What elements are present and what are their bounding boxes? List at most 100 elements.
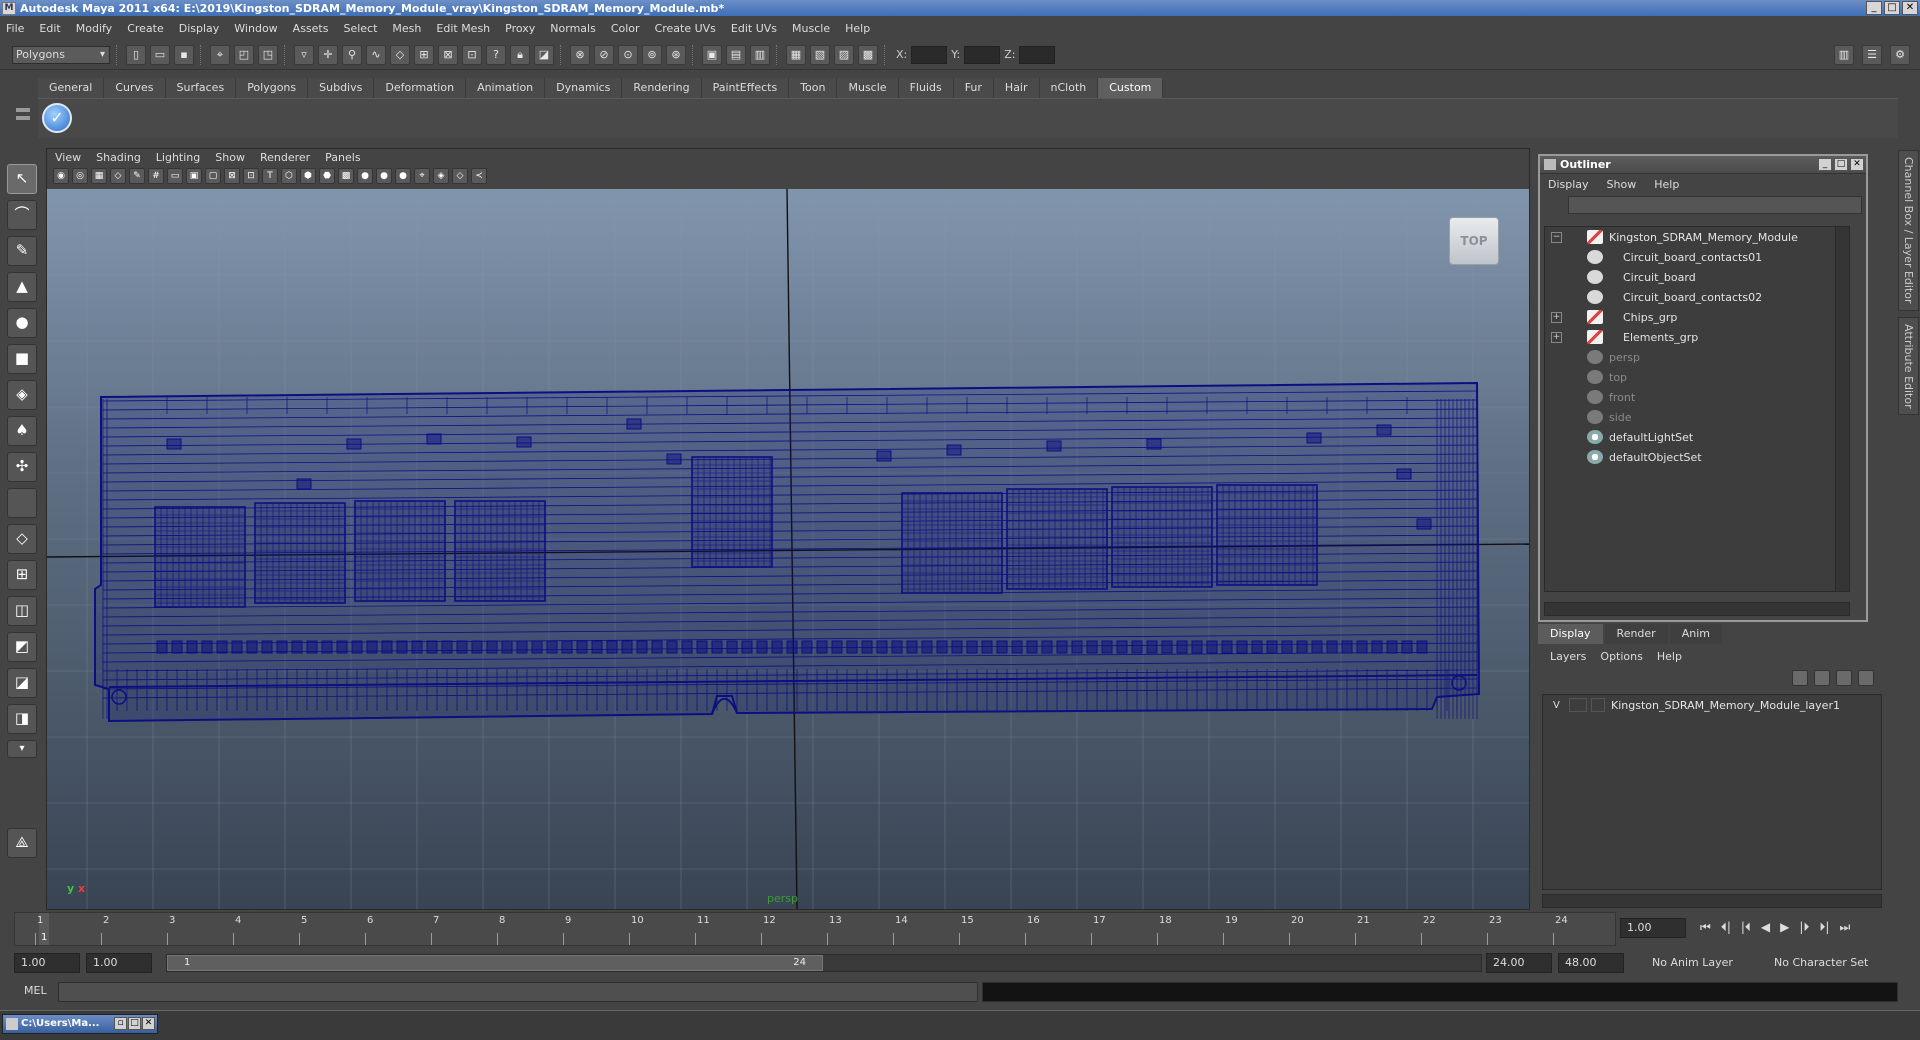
four-view-layout-icon[interactable]: ⊞ — [7, 560, 37, 590]
shelf-tab-subdivs[interactable]: Subdivs — [308, 78, 375, 98]
layout-options-icon[interactable]: ▾ — [7, 740, 37, 758]
outliner-menu-help[interactable]: Help — [1654, 178, 1679, 191]
menu-color[interactable]: Color — [611, 22, 640, 35]
select-rendering-icon[interactable]: ⊡ — [462, 44, 482, 65]
tab-anim[interactable]: Anim — [1669, 624, 1722, 644]
outliner-close-button[interactable]: ✕ — [1850, 158, 1864, 171]
range-bar[interactable]: 1 24 — [167, 955, 823, 971]
grease-pencil-icon[interactable]: ✎ — [129, 168, 145, 184]
shelf-tab-ncloth[interactable]: nCloth — [1039, 78, 1099, 98]
tab-render[interactable]: Render — [1604, 624, 1668, 644]
wireframe-on-shaded-icon[interactable]: ⬣ — [319, 168, 335, 184]
step-back-key-icon[interactable]: ⏴| — [1721, 920, 1731, 935]
playback-end-field[interactable]: 24.00 — [1486, 953, 1552, 973]
menu-muscle[interactable]: Muscle — [792, 22, 830, 35]
layer-row[interactable]: V Kingston_SDRAM_Memory_Module_layer1 — [1543, 695, 1881, 715]
select-tool-icon[interactable]: ↖ — [7, 164, 37, 194]
shelf-tab-general[interactable]: General — [38, 78, 105, 98]
viewport-menu-show[interactable]: Show — [215, 151, 245, 164]
viewport-menu-panels[interactable]: Panels — [325, 151, 360, 164]
new-empty-layer-icon[interactable] — [1836, 670, 1852, 686]
checkmark-shelf-icon[interactable]: ✓ — [42, 103, 72, 133]
animation-start-field[interactable]: 1.00 — [14, 953, 80, 973]
restore-button[interactable]: ▫ — [114, 1017, 127, 1030]
field-chart-icon[interactable]: ⊠ — [224, 168, 240, 184]
view-cube[interactable]: TOP — [1449, 217, 1499, 265]
lock-selection-icon[interactable]: 🔒︎ — [510, 44, 530, 65]
show-manipulator-icon[interactable]: ✣ — [7, 452, 37, 482]
mask-dropdown-icon[interactable]: ▿ — [294, 44, 314, 65]
expand-icon[interactable]: + — [1551, 311, 1562, 323]
outliner-item[interactable]: + Elements_grp — [1545, 327, 1849, 347]
render-frame-icon[interactable]: ▧ — [810, 44, 830, 65]
shelf-tab-toon[interactable]: Toon — [789, 78, 838, 98]
smooth-shade-icon[interactable]: ⬢ — [300, 168, 316, 184]
shelf-tab-animation[interactable]: Animation — [466, 78, 546, 98]
menu-window[interactable]: Window — [234, 22, 277, 35]
paint-select-tool-icon[interactable]: ✎ — [7, 236, 37, 266]
snap-to-point-icon[interactable]: ⊙ — [618, 44, 638, 65]
shelf-tab-muscle[interactable]: Muscle — [837, 78, 899, 98]
select-dynamics-icon[interactable]: ⊠ — [438, 44, 458, 65]
toggle-sidebar-icon[interactable]: ▥ — [1834, 45, 1854, 65]
select-curves-icon[interactable]: ∿ — [366, 44, 386, 65]
shelf-tab-hair[interactable]: Hair — [993, 78, 1040, 98]
persp-outliner-layout-icon[interactable]: ◫ — [7, 596, 37, 626]
menu-normals[interactable]: Normals — [550, 22, 596, 35]
go-to-end-icon[interactable]: ⏭ — [1839, 920, 1850, 935]
outliner-item[interactable]: top — [1545, 367, 1849, 387]
outliner-menu-show[interactable]: Show — [1607, 178, 1637, 191]
outliner-item[interactable]: side — [1545, 407, 1849, 427]
outliner-menu-display[interactable]: Display — [1548, 178, 1589, 191]
output-ops-icon[interactable]: ▤ — [726, 44, 746, 65]
shelf-tab-polygons[interactable]: Polygons — [236, 78, 309, 98]
2d-pan-zoom-icon[interactable]: ◇ — [110, 168, 126, 184]
character-set-dropdown[interactable]: No Character Set — [1770, 953, 1890, 973]
x-field[interactable] — [911, 45, 948, 64]
grid-icon[interactable]: # — [148, 168, 164, 184]
shelf-tab-fur[interactable]: Fur — [953, 78, 994, 98]
ipr-render-icon[interactable]: ▨ — [834, 44, 854, 65]
default-lighting-icon[interactable]: ● — [357, 168, 373, 184]
share-icon[interactable]: ≺ — [471, 168, 487, 184]
play-backwards-icon[interactable]: ◀ — [1761, 920, 1770, 935]
tool-settings-icon[interactable]: ⚙ — [1890, 45, 1910, 65]
make-live-icon[interactable]: ⊛ — [666, 44, 686, 65]
outliner-item[interactable]: persp — [1545, 347, 1849, 367]
minimized-window[interactable]: C:\Users\Ma... ▫ □ ✕ — [2, 1014, 158, 1034]
menu-assets[interactable]: Assets — [293, 22, 329, 35]
viewport-menu-shading[interactable]: Shading — [96, 151, 141, 164]
menu-create-uvs[interactable]: Create UVs — [655, 22, 716, 35]
scale-tool-icon[interactable]: ■ — [7, 344, 37, 374]
animation-end-field[interactable]: 48.00 — [1558, 953, 1624, 973]
command-language-label[interactable]: MEL — [24, 984, 47, 997]
camera-attributes-icon[interactable]: ◉ — [53, 168, 69, 184]
menu-display[interactable]: Display — [179, 22, 220, 35]
step-forward-key-icon[interactable]: ⏵| — [1819, 920, 1829, 935]
outliner-filter-field[interactable] — [1568, 196, 1862, 214]
expand-icon[interactable]: + — [1551, 331, 1562, 343]
attribute-editor-tab[interactable]: Attribute Editor — [1898, 316, 1919, 416]
save-scene-icon[interactable]: ▪ — [174, 44, 194, 65]
tab-display[interactable]: Display — [1538, 624, 1603, 644]
shelf-tab-rendering[interactable]: Rendering — [622, 78, 702, 98]
shelf-tab-fluids[interactable]: Fluids — [898, 78, 954, 98]
select-object-icon[interactable]: ◰ — [234, 44, 254, 65]
shelf-tab-curves[interactable]: Curves — [104, 78, 166, 98]
menu-edit[interactable]: Edit — [39, 22, 60, 35]
z-field[interactable] — [1019, 45, 1056, 64]
shadows-icon[interactable]: ● — [395, 168, 411, 184]
outliner-item[interactable]: defaultLightSet — [1545, 427, 1849, 447]
shelf-tab-painteffects[interactable]: PaintEffects — [701, 78, 790, 98]
step-back-frame-icon[interactable]: |⏴ — [1741, 920, 1751, 935]
layer-visibility-toggle[interactable]: V — [1553, 700, 1569, 711]
open-scene-icon[interactable]: ▭ — [150, 44, 170, 65]
collapse-icon[interactable]: − — [1551, 231, 1562, 243]
layer-menu-options[interactable]: Options — [1600, 650, 1642, 663]
persp-uv-layout-icon[interactable]: ◨ — [7, 704, 37, 734]
move-layer-down-icon[interactable] — [1814, 670, 1830, 686]
snap-to-view-plane-icon[interactable]: ⊚ — [642, 44, 662, 65]
outliner-item[interactable]: Circuit_board_contacts02 — [1545, 287, 1849, 307]
isolate-select-icon[interactable]: ⌖ — [414, 168, 430, 184]
menu-proxy[interactable]: Proxy — [505, 22, 535, 35]
